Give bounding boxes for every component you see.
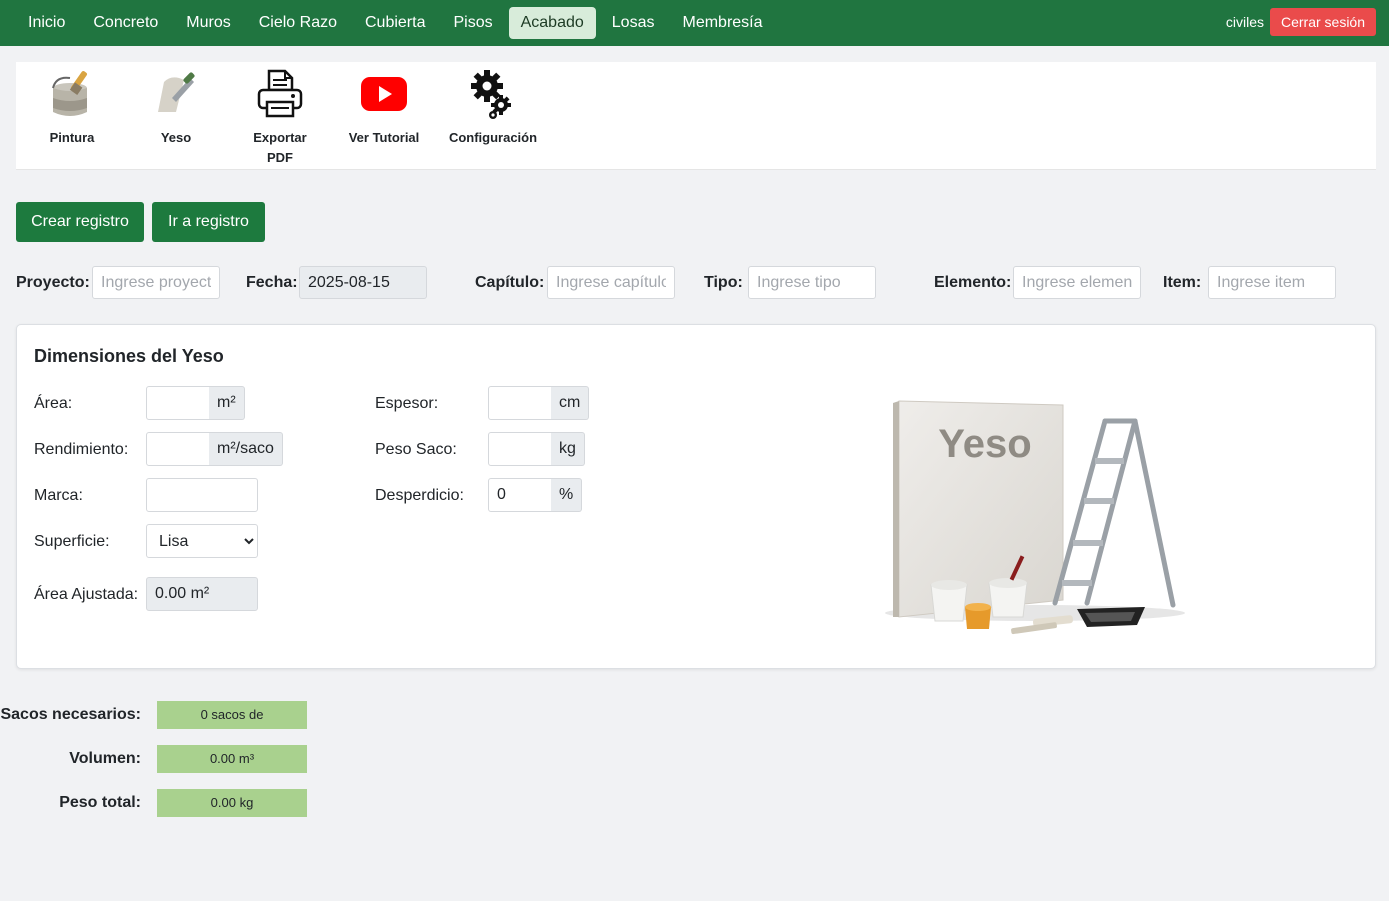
area-input[interactable] xyxy=(146,386,210,420)
paint-bucket-icon xyxy=(20,68,124,128)
nav-item-muros[interactable]: Muros xyxy=(174,7,242,39)
tutorial-label: Ver Tutorial xyxy=(348,130,420,145)
tool-bar: Pintura Yeso Exportar PDF Ver Tutorial C… xyxy=(16,62,1376,170)
peso-saco-label: Peso Saco: xyxy=(375,441,457,458)
superficie-select[interactable]: Lisa xyxy=(146,524,258,558)
peso-total-value: 0.00 kg xyxy=(157,789,307,817)
desperdicio-input[interactable] xyxy=(488,478,552,512)
crear-registro-button[interactable]: Crear registro xyxy=(16,202,144,242)
item-input[interactable] xyxy=(1208,266,1336,299)
rendimiento-unit: m²/saco xyxy=(209,432,283,466)
superficie-label: Superficie: xyxy=(34,533,110,550)
nav-item-pisos[interactable]: Pisos xyxy=(441,7,504,39)
ir-a-registro-button[interactable]: Ir a registro xyxy=(152,202,265,242)
youtube-icon xyxy=(332,68,436,128)
nav-item-concreto[interactable]: Concreto xyxy=(81,7,170,39)
marca-label: Marca: xyxy=(34,487,83,504)
pintura-tool[interactable]: Pintura xyxy=(20,68,124,148)
dimensiones-card: Dimensiones del Yeso Área: m² Rendimient… xyxy=(16,324,1376,669)
illustration-text: Yeso xyxy=(938,422,1031,466)
rendimiento-input[interactable] xyxy=(146,432,210,466)
elemento-input[interactable] xyxy=(1013,266,1141,299)
volumen-value: 0.00 m³ xyxy=(157,745,307,773)
volumen-label: Volumen: xyxy=(69,750,141,767)
area-label: Área: xyxy=(34,395,73,412)
marca-input[interactable] xyxy=(146,478,258,512)
espesor-input[interactable] xyxy=(488,386,552,420)
sacos-value: 0 sacos de xyxy=(157,701,307,729)
yeso-label: Yeso xyxy=(160,130,192,145)
area-ajustada-value: 0.00 m² xyxy=(146,577,258,611)
rendimiento-label: Rendimiento: xyxy=(34,441,129,458)
ver-tutorial-tool[interactable]: Ver Tutorial xyxy=(332,68,436,148)
yeso-tool[interactable]: Yeso xyxy=(124,68,228,148)
espesor-unit: cm xyxy=(551,386,590,420)
nav-item-losas[interactable]: Losas xyxy=(600,7,667,39)
printer-icon xyxy=(228,68,332,128)
fecha-label: Fecha: xyxy=(246,274,298,291)
area-ajustada-label: Área Ajustada: xyxy=(34,586,139,603)
top-navbar: Inicio Concreto Muros Cielo Razo Cubierta Pis… xyxy=(0,0,1389,46)
area-unit: m² xyxy=(209,386,245,420)
sacos-label: Sacos necesarios: xyxy=(0,706,141,723)
nav-item-membresía[interactable]: Membresía xyxy=(670,7,774,39)
nav-item-cielo-razo[interactable]: Cielo Razo xyxy=(247,7,349,39)
exportar-label-2: PDF xyxy=(267,150,293,165)
desperdicio-label: Desperdicio: xyxy=(375,487,464,504)
proyecto-label: Proyecto: xyxy=(16,274,90,291)
nav-item-acabado[interactable]: Acabado xyxy=(508,7,596,39)
card-title: Dimensiones del Yeso xyxy=(34,346,224,366)
exportar-pdf-tool[interactable]: Exportar PDF xyxy=(228,68,332,168)
logout-button[interactable]: Cerrar sesión xyxy=(1269,8,1376,36)
elemento-label: Elemento: xyxy=(934,274,1012,291)
trowel-icon xyxy=(124,68,228,128)
yeso-illustration: Yeso xyxy=(885,400,1185,635)
peso-total-label: Peso total: xyxy=(59,794,141,811)
configuracion-tool[interactable]: Configuración xyxy=(441,68,545,148)
espesor-label: Espesor: xyxy=(375,395,439,412)
peso-saco-unit: kg xyxy=(551,432,585,466)
proyecto-input[interactable] xyxy=(92,266,220,299)
tipo-input[interactable] xyxy=(748,266,876,299)
username: civiles xyxy=(1225,14,1264,30)
desperdicio-unit: % xyxy=(551,478,583,512)
nav-item-cubierta[interactable]: Cubierta xyxy=(353,7,437,39)
nav-item-inicio[interactable]: Inicio xyxy=(16,7,77,39)
capitulo-input[interactable] xyxy=(547,266,675,299)
peso-saco-input[interactable] xyxy=(488,432,552,466)
nav-menu: Inicio Concreto Muros Cielo Razo Cubierta Pis… xyxy=(0,7,775,39)
exportar-label-1: Exportar xyxy=(253,130,307,145)
item-label: Item: xyxy=(1163,274,1202,291)
capitulo-label: Capítulo: xyxy=(475,274,545,291)
fecha-input[interactable] xyxy=(299,266,427,299)
tipo-label: Tipo: xyxy=(704,274,743,291)
pintura-label: Pintura xyxy=(49,130,95,145)
config-label: Configuración xyxy=(448,130,538,145)
gears-icon xyxy=(441,68,545,128)
